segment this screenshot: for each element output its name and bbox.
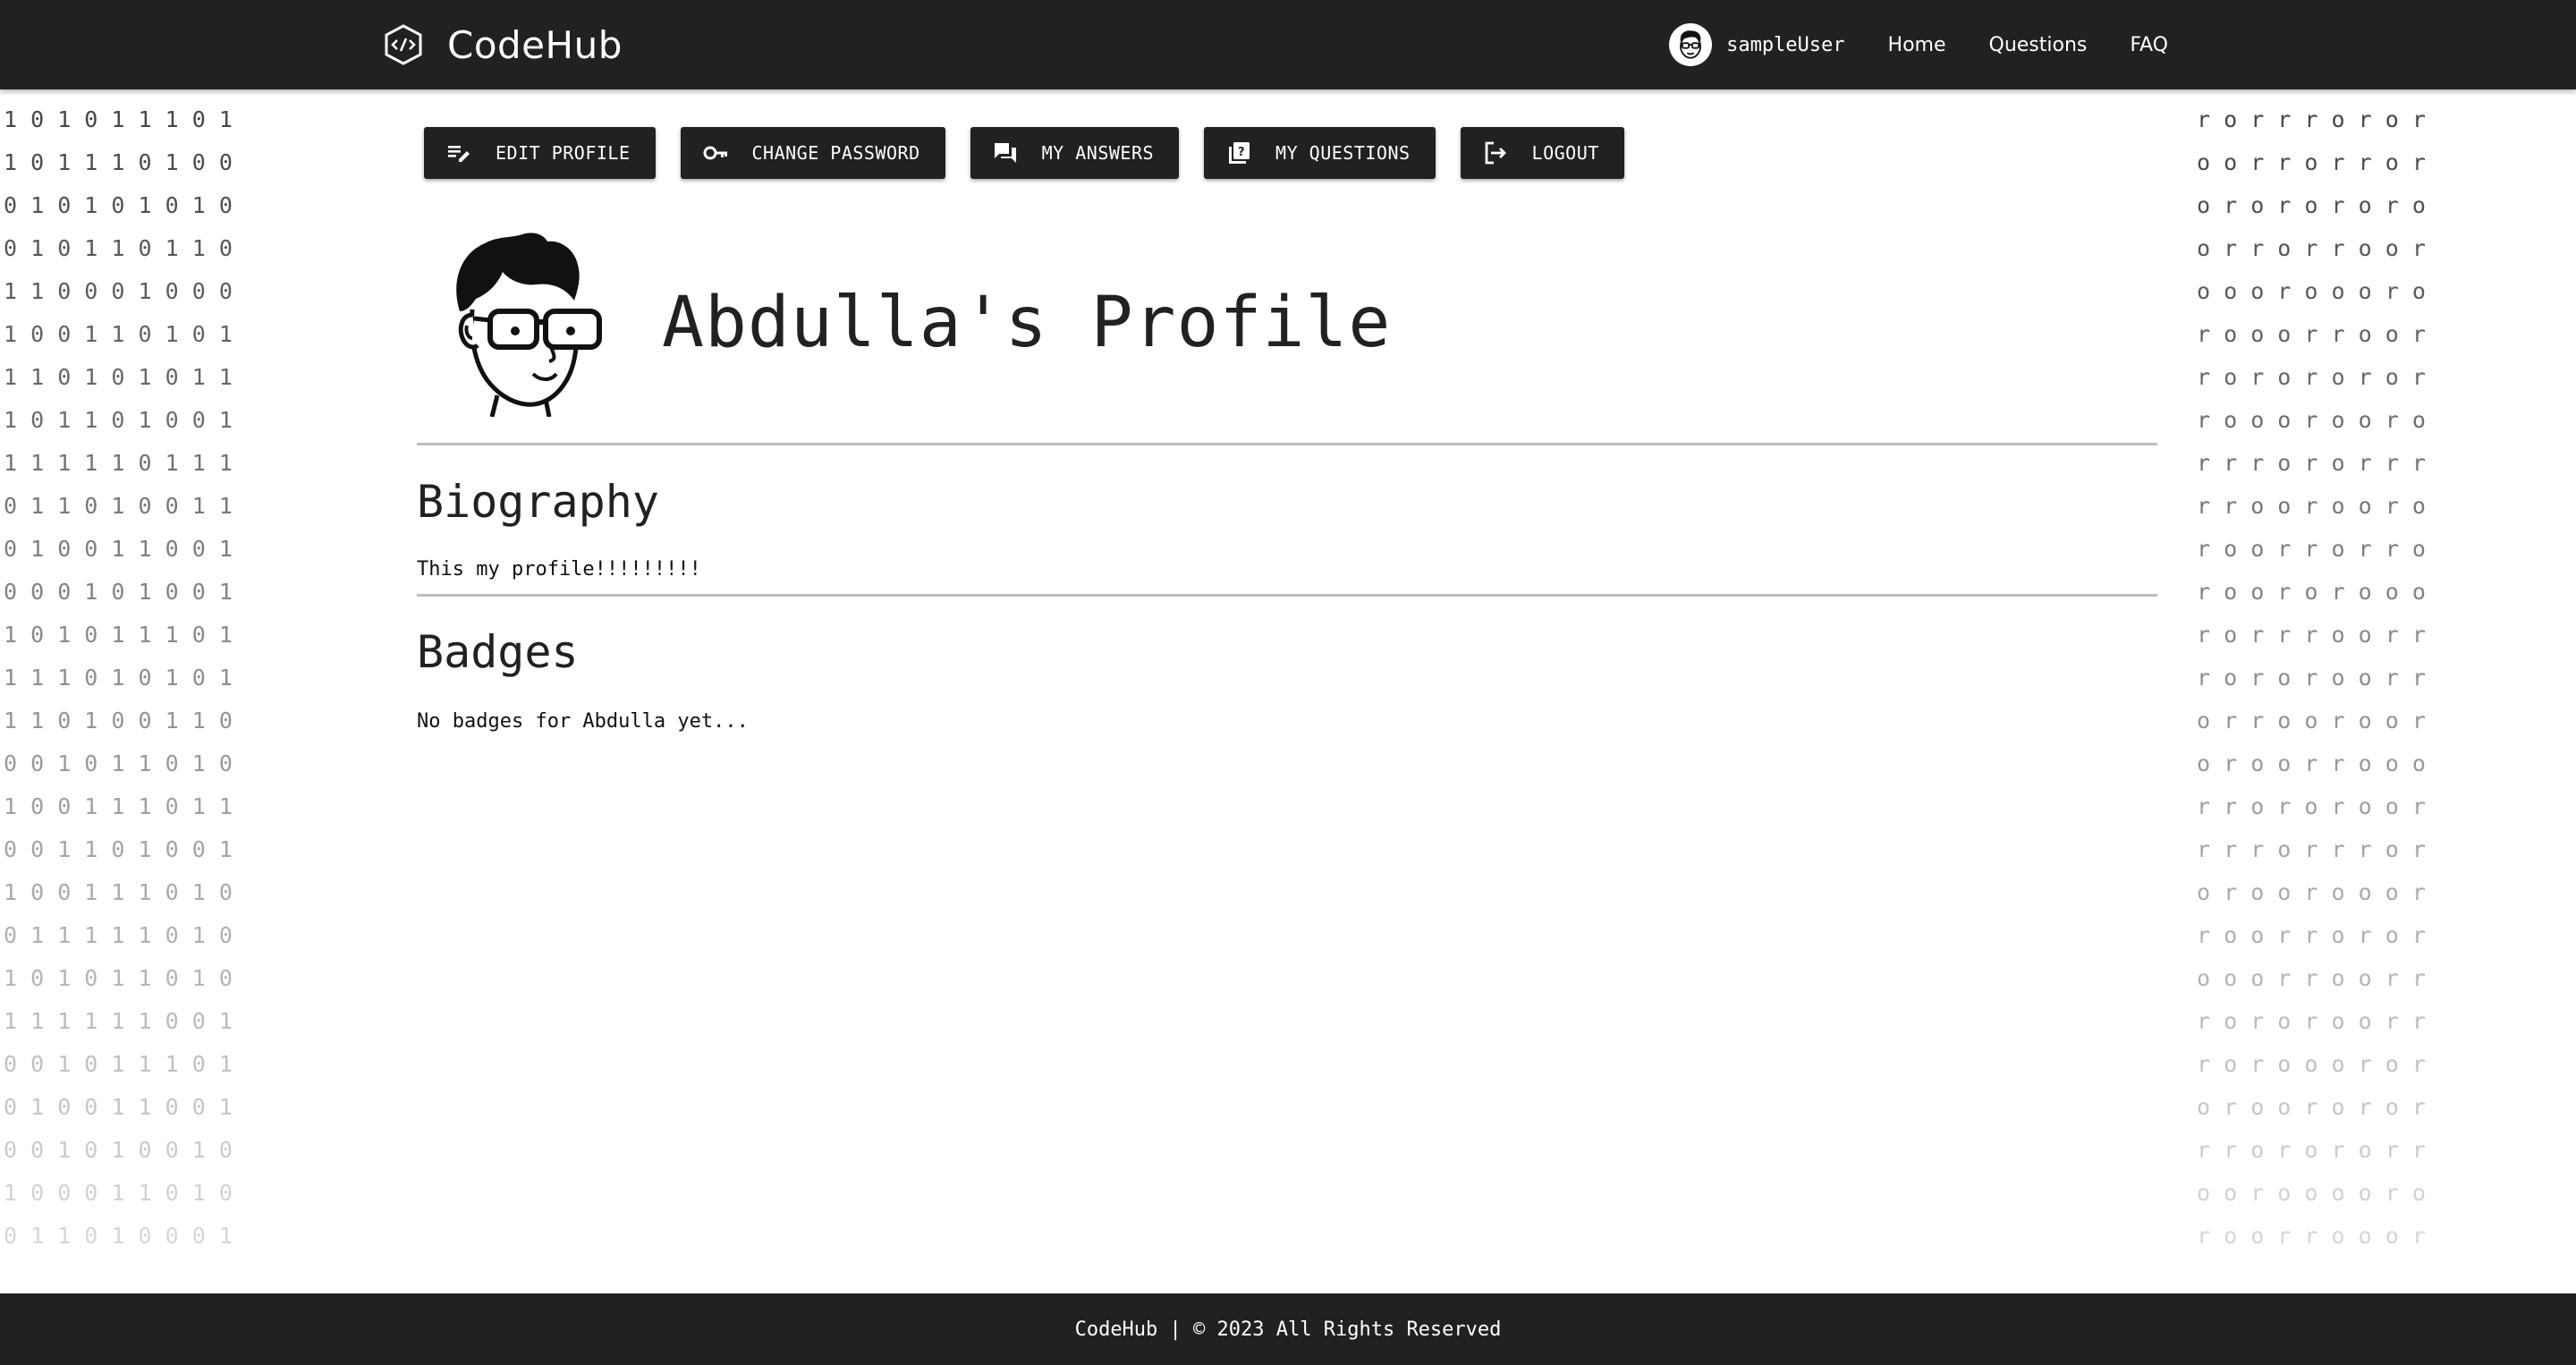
binary-decoration-left: 1 0 1 0 1 1 1 0 1 1 0 1 1 1 0 1 0 0 0 1 0 … xyxy=(4,98,388,1288)
change-password-label: CHANGE PASSWORD xyxy=(751,142,920,164)
binary-row: o r o r o r o r o xyxy=(2197,192,2426,218)
binary-row: 0 0 1 0 1 1 1 0 1 xyxy=(4,1051,233,1077)
profile-title: Abdulla's Profile xyxy=(662,283,1392,363)
logout-button[interactable]: LOGOUT xyxy=(1460,127,1624,179)
binary-row: 1 0 0 1 1 0 1 0 1 xyxy=(4,321,233,347)
binary-row: o r r o o r o o r xyxy=(2197,708,2426,733)
binary-row: 1 1 0 1 0 1 0 1 1 xyxy=(4,364,233,390)
binary-row: o r o o r o o o r xyxy=(2197,879,2426,905)
binary-row: 1 1 1 1 1 0 1 1 1 xyxy=(4,450,233,476)
binary-row: 0 1 1 1 1 1 0 1 0 xyxy=(4,922,233,948)
binary-row: r o o r o r o o o xyxy=(2197,579,2426,605)
binary-row: 0 0 1 0 1 1 0 1 0 xyxy=(4,750,233,776)
code-hexagon-icon xyxy=(385,24,422,65)
binary-row: o o r r o r r o r xyxy=(2197,149,2426,175)
binary-row: 0 1 0 0 1 1 0 0 1 xyxy=(4,1094,233,1120)
logout-label: LOGOUT xyxy=(1531,142,1599,164)
nav-home-link[interactable]: Home xyxy=(1888,34,1946,56)
binary-row: r r r o r o r r r xyxy=(2197,450,2426,476)
binary-row: r o r o o o r o r xyxy=(2197,1051,2426,1077)
nav-menu: sampleUser Home Questions FAQ xyxy=(1669,21,2168,68)
forum-icon xyxy=(994,143,1016,163)
top-navbar: CodeHub sampleUser Home Questions FAQ xyxy=(0,0,2576,89)
binary-row: o o o r o o o r o xyxy=(2197,278,2426,304)
binary-row: r o o r r o r o r xyxy=(2197,922,2426,948)
nav-faq-link[interactable]: FAQ xyxy=(2130,34,2168,56)
binary-row: 0 1 1 0 1 0 0 0 1 xyxy=(4,1223,233,1249)
binary-row: 0 1 0 1 1 0 1 1 0 xyxy=(4,235,233,261)
key-icon xyxy=(703,146,727,160)
binary-row: 1 0 1 0 1 1 0 1 0 xyxy=(4,965,233,991)
binary-row: r o r o r o o r r xyxy=(2197,1008,2426,1034)
binary-row: o r r o r r o o r xyxy=(2197,235,2426,261)
binary-row: r o r r r o r o r xyxy=(2197,106,2426,132)
profile-action-toolbar: EDIT PROFILE CHANGE PASSWORD MY ANSWERS … xyxy=(424,127,1649,179)
svg-text:?: ? xyxy=(1238,146,1245,159)
badges-text: No badges for Abdulla yet... xyxy=(417,710,749,733)
binary-row: r o o o r r o o r xyxy=(2197,321,2426,347)
binary-row: r o o r r o r r o xyxy=(2197,536,2426,562)
change-password-button[interactable]: CHANGE PASSWORD xyxy=(680,127,945,179)
binary-row: 1 1 1 1 1 1 0 0 1 xyxy=(4,1008,233,1034)
my-answers-label: MY ANSWERS xyxy=(1041,142,1155,164)
profile-header: Abdulla's Profile xyxy=(447,229,1391,417)
binary-row: r r o o r o o r o xyxy=(2197,493,2426,519)
binary-row: 1 0 1 1 0 1 0 0 1 xyxy=(4,407,233,433)
binary-row: 1 1 0 1 0 0 1 1 0 xyxy=(4,708,233,733)
biography-text: This my profile!!!!!!!!! xyxy=(417,558,701,581)
binary-row: 1 1 1 0 1 0 1 0 1 xyxy=(4,665,233,691)
binary-row: o o r o o o o r o xyxy=(2197,1180,2426,1206)
binary-row: r r r o r r r o r xyxy=(2197,836,2426,862)
binary-row: 1 0 1 1 1 0 1 0 0 xyxy=(4,149,233,175)
footer-text: CodeHub | © 2023 All Rights Reserved xyxy=(1074,1318,1502,1341)
nav-username[interactable]: sampleUser xyxy=(1726,34,1844,56)
page-footer: CodeHub | © 2023 All Rights Reserved xyxy=(0,1293,2576,1365)
binary-row: 0 1 0 1 0 1 0 1 0 xyxy=(4,192,233,218)
binary-row: 1 0 0 1 1 1 0 1 0 xyxy=(4,879,233,905)
binary-row: r r o r o r o r r xyxy=(2197,1137,2426,1163)
quiz-icon: ? xyxy=(1229,142,1250,164)
brand-name: CodeHub xyxy=(447,22,623,67)
binary-row: r o r r r o o r r xyxy=(2197,622,2426,648)
user-avatar-icon xyxy=(1680,30,1701,59)
edit-profile-label: EDIT PROFILE xyxy=(496,142,631,164)
edit-profile-button[interactable]: EDIT PROFILE xyxy=(424,127,656,179)
badges-heading: Badges xyxy=(417,626,579,678)
binary-row: 1 0 0 0 1 1 0 1 0 xyxy=(4,1180,233,1206)
binary-row: r r o r o r o o r xyxy=(2197,793,2426,819)
binary-row: r o r o r o o r r xyxy=(2197,665,2426,691)
my-questions-button[interactable]: ? MY QUESTIONS xyxy=(1204,127,1436,179)
binary-row: 0 0 1 0 1 0 0 1 0 xyxy=(4,1137,233,1163)
binary-row: r o o o r o o r o xyxy=(2197,407,2426,433)
edit-note-icon xyxy=(448,146,470,162)
section-divider xyxy=(417,594,2157,597)
binary-row: r o r o r o r o r xyxy=(2197,364,2426,390)
binary-decoration-right: r o r r r o r o r o o r r o r r o r o r o … xyxy=(2197,98,2576,1288)
binary-row: o r o o r o r o r xyxy=(2197,1094,2426,1120)
binary-row: o r o o r r o o o xyxy=(2197,750,2426,776)
my-answers-button[interactable]: MY ANSWERS xyxy=(970,127,1180,179)
binary-row: r o o r r o o o r xyxy=(2197,1223,2426,1249)
my-questions-label: MY QUESTIONS xyxy=(1275,142,1411,164)
section-divider xyxy=(417,443,2157,445)
binary-row: 1 0 0 1 1 1 0 1 1 xyxy=(4,793,233,819)
brand-logo-link[interactable]: CodeHub xyxy=(383,20,623,70)
binary-row: o o o r r o o r r xyxy=(2197,965,2426,991)
binary-row: 0 1 0 0 1 1 0 0 1 xyxy=(4,536,233,562)
logout-icon xyxy=(1485,141,1506,165)
binary-row: 0 1 1 0 1 0 0 1 1 xyxy=(4,493,233,519)
biography-heading: Biography xyxy=(417,476,659,528)
binary-row: 1 0 1 0 1 1 1 0 1 xyxy=(4,622,233,648)
binary-row: 0 0 1 1 0 1 0 0 1 xyxy=(4,836,233,862)
binary-row: 0 0 0 1 0 1 0 0 1 xyxy=(4,579,233,605)
binary-row: 1 0 1 0 1 1 1 0 1 xyxy=(4,106,233,132)
profile-avatar-image xyxy=(456,233,602,417)
nav-questions-link[interactable]: Questions xyxy=(1989,34,2088,56)
user-avatar[interactable] xyxy=(1669,23,1713,66)
binary-row: 1 1 0 0 0 1 0 0 0 xyxy=(4,278,233,304)
